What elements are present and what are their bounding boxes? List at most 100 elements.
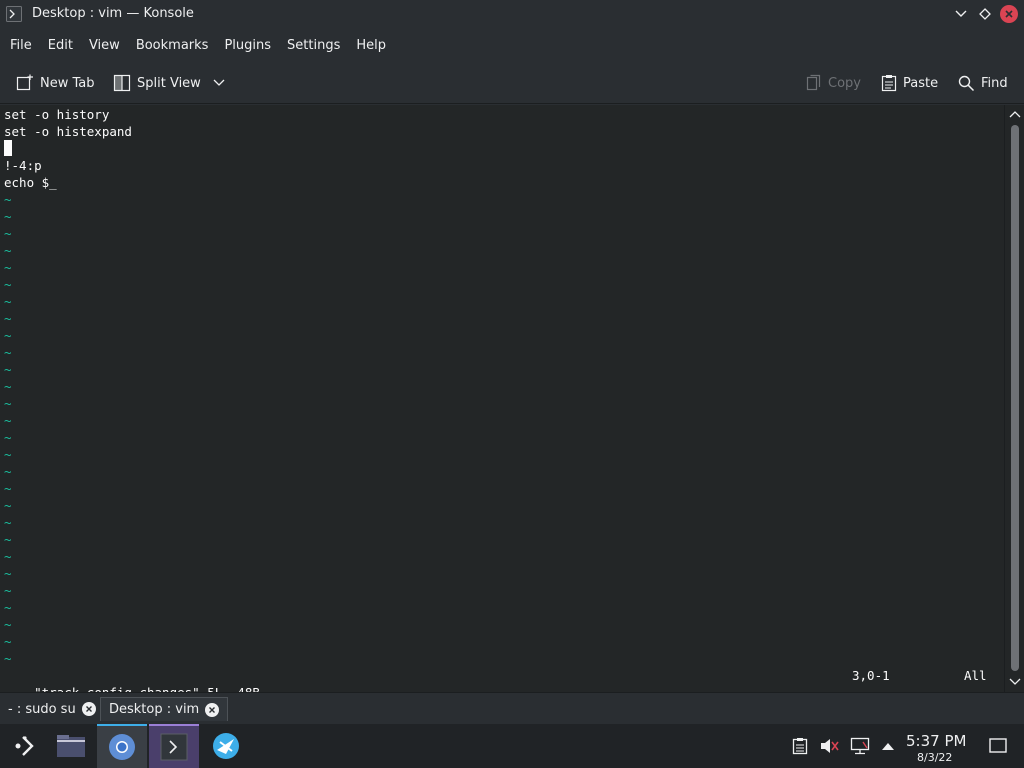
empty-line-tilde: ~ [4,532,12,547]
empty-line-tilde: ~ [4,328,12,343]
empty-line-tilde: ~ [4,634,12,649]
empty-line-tilde: ~ [4,566,12,581]
menu-view[interactable]: View [81,38,128,53]
close-tab-button[interactable] [205,702,220,717]
close-icon [209,706,216,713]
empty-line-tilde: ~ [4,311,12,326]
network-tray-icon[interactable] [850,736,870,756]
menu-bookmarks[interactable]: Bookmarks [128,38,217,53]
empty-line-tilde: ~ [4,481,12,496]
search-icon [958,75,975,91]
show-desktop-button[interactable] [988,736,1008,756]
tab-desktop-vim[interactable]: Desktop : vim [100,697,229,721]
taskbar-discover[interactable] [201,724,251,768]
clipboard-tray-icon[interactable] [790,736,810,756]
close-tab-button[interactable] [81,702,96,716]
empty-line-tilde: ~ [4,464,12,479]
discover-icon [213,733,239,759]
menu-bar: File Edit View Bookmarks Plugins Setting… [0,30,1024,60]
editor-line-2: set -o histexpand [4,124,132,139]
empty-line-tilde: ~ [4,498,12,513]
empty-line-tilde: ~ [4,192,12,207]
close-icon [1005,10,1013,18]
menu-help[interactable]: Help [348,38,394,53]
taskbar-file-manager[interactable] [46,724,96,768]
empty-line-tilde: ~ [4,413,12,428]
new-tab-button[interactable]: New Tab [16,71,95,95]
split-view-button[interactable]: Split View [113,71,225,95]
paste-icon [881,75,897,92]
terminal-view[interactable]: set -o history set -o histexpand !-4:p e… [0,105,1004,700]
empty-line-tilde: ~ [4,617,12,632]
show-desktop-icon [989,738,1007,753]
empty-line-tilde: ~ [4,294,12,309]
empty-line-tilde: ~ [4,447,12,462]
empty-line-tilde: ~ [4,226,12,241]
empty-line-tilde: ~ [4,209,12,224]
network-wired-icon [850,737,870,755]
close-window-button[interactable] [1000,5,1018,23]
empty-line-tilde: ~ [4,379,12,394]
taskbar-konsole[interactable] [149,724,199,768]
empty-line-tilde: ~ [4,515,12,530]
scroll-up-icon[interactable] [1009,109,1021,121]
minimize-button[interactable] [952,5,970,23]
menu-plugins[interactable]: Plugins [216,38,279,53]
empty-line-tilde: ~ [4,600,12,615]
tab-sudo-su[interactable]: - : sudo su [0,697,104,721]
editor-line-5: echo $_ [4,175,57,190]
toolbar: New Tab Split View Copy Paste Find [0,62,1024,104]
paste-label: Paste [903,75,939,91]
menu-file[interactable]: File [2,38,40,53]
taskbar: 5:37 PM 8/3/22 [0,724,1024,768]
empty-line-tilde: ~ [4,243,12,258]
vim-status-line: "track_config_changes" 5L, 48B 3,0-1 All [4,667,1000,700]
tab-bar: - : sudo su Desktop : vim [0,692,1024,724]
clipboard-icon [792,738,808,755]
tab-label: Desktop : vim [109,702,200,717]
empty-line-tilde: ~ [4,651,12,666]
application-launcher[interactable] [0,724,50,768]
paste-button[interactable]: Paste [881,71,938,95]
window-title: Desktop : vim — Konsole [32,6,194,21]
clock-date[interactable]: 8/3/22 [917,751,952,764]
maximize-button[interactable] [976,5,994,23]
empty-line-tilde: ~ [4,549,12,564]
menu-edit[interactable]: Edit [40,38,81,53]
close-icon [85,706,92,712]
chevron-down-icon [955,10,967,17]
split-view-label: Split View [137,75,201,91]
new-tab-icon [16,74,33,91]
chevron-up-icon [882,743,894,750]
volume-muted-icon [821,739,839,753]
clock-time[interactable]: 5:37 PM [906,732,966,750]
new-tab-label: New Tab [40,75,95,91]
text-cursor [4,140,12,156]
empty-line-tilde: ~ [4,396,12,411]
title-bar: Desktop : vim — Konsole [0,0,1024,30]
find-button[interactable]: Find [958,71,1008,95]
copy-button[interactable]: Copy [806,71,861,95]
scrollbar-thumb[interactable] [1011,125,1019,671]
copy-label: Copy [828,75,861,91]
volume-tray-icon[interactable] [819,736,839,756]
find-label: Find [981,75,1008,91]
copy-icon [806,74,821,91]
tray-expand-button[interactable] [878,736,898,756]
chevron-down-icon[interactable] [213,79,225,87]
folder-icon [57,735,85,757]
scrollbar[interactable] [1004,105,1024,692]
chromium-icon [109,734,135,760]
editor-line-1: set -o history [4,107,110,122]
empty-line-tilde: ~ [4,277,12,292]
taskbar-chromium[interactable] [97,724,147,768]
diamond-icon [979,8,991,20]
editor-line-3 [4,140,12,157]
empty-line-tilde: ~ [4,362,12,377]
konsole-app-icon [6,6,22,22]
split-view-icon [113,74,131,92]
empty-line-tilde: ~ [4,430,12,445]
empty-line-tilde: ~ [4,260,12,275]
scroll-down-icon[interactable] [1009,675,1021,687]
menu-settings[interactable]: Settings [279,38,348,53]
